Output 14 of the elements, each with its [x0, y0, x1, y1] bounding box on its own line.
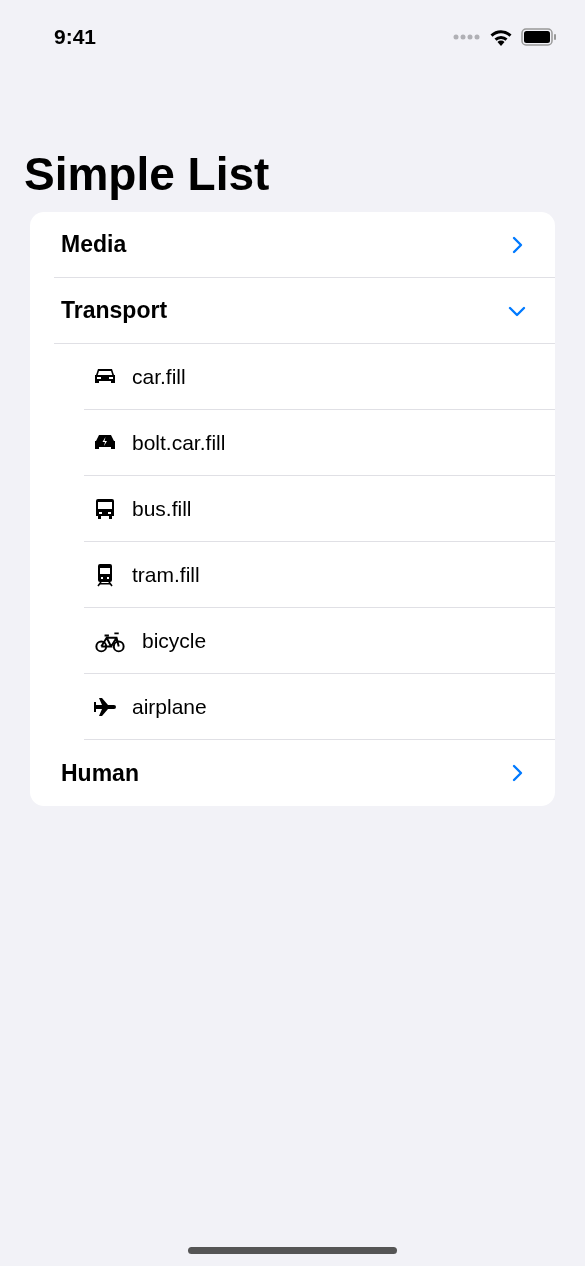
item-label[interactable]: airplane — [132, 690, 207, 723]
wifi-icon — [489, 28, 513, 46]
section-title[interactable]: Transport — [61, 293, 168, 328]
item-label[interactable]: bicycle — [142, 624, 207, 657]
status-time: 9:41 — [54, 24, 97, 51]
item-label[interactable]: bolt.car.fill — [132, 426, 226, 459]
item-label[interactable]: tram.fill — [132, 558, 200, 591]
section-title[interactable]: Human — [61, 755, 139, 791]
section-title[interactable]: Media — [61, 227, 127, 262]
battery-icon — [521, 28, 557, 46]
page-title: Simple List — [24, 147, 271, 202]
item-label[interactable]: bus.fill — [132, 492, 192, 525]
signal-icon — [453, 34, 481, 40]
item-label[interactable]: car.fill — [132, 360, 186, 393]
